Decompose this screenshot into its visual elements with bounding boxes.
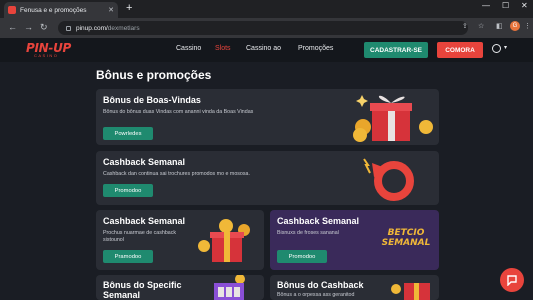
back-button[interactable]: ← xyxy=(8,22,17,32)
maximize-button[interactable]: ☐ xyxy=(502,1,509,10)
reload-button[interactable]: ↻ xyxy=(40,22,48,33)
minimize-button[interactable]: — xyxy=(482,1,490,10)
tab-title: Fenusa e e promoções xyxy=(20,6,87,14)
promo-card-cashback[interactable]: Cashback Semanal Cashback dan continua s… xyxy=(96,151,439,205)
promo-card-specific[interactable]: Bônus do Specific Semanal xyxy=(96,275,264,300)
card-button[interactable]: Promodoo xyxy=(103,184,153,197)
card-button[interactable]: Pramodoo xyxy=(103,250,153,263)
chevron-down-icon[interactable]: ▾ xyxy=(504,44,507,51)
lock-icon xyxy=(66,25,71,31)
address-bar[interactable]: pinup.com/dexmetlars xyxy=(58,21,468,35)
browser-tab[interactable]: Fenusa e e promoções ✕ xyxy=(4,2,118,18)
site-logo[interactable]: PIN-UP CASINO xyxy=(26,41,71,58)
card-button[interactable]: Promodoo xyxy=(277,250,327,263)
slot-machine-icon xyxy=(214,275,245,300)
promo-card-welcome[interactable]: Bônus de Boas-Vindas Bônus do bônus duas… xyxy=(96,89,439,145)
card-title: Cashback Semanal xyxy=(277,216,360,226)
cashback-arrow-icon xyxy=(363,158,414,201)
tab-close-icon[interactable]: ✕ xyxy=(108,6,114,14)
browser-tabbar: Fenusa e e promoções ✕ + — ☐ ✕ xyxy=(0,0,533,18)
card-button[interactable]: Powrledes xyxy=(103,127,153,140)
gift-icon xyxy=(391,283,430,300)
card-title: Cashback Semanal xyxy=(103,216,186,226)
chat-bubble-icon xyxy=(507,275,517,286)
login-button[interactable]: COMORA xyxy=(437,42,483,58)
site-header: PIN-UP CASINO Cassino Slots Cassino ao P… xyxy=(0,38,533,62)
card-title: Bônus do Specific Semanal xyxy=(103,280,182,300)
card-desc: Bisnuxs de froses sananal xyxy=(277,230,339,236)
nav-cassino-ao[interactable]: Cassino ao xyxy=(246,45,281,52)
card-title: Cashback Semanal xyxy=(103,157,186,167)
card-desc: Cashback dan continua sai trochures prom… xyxy=(103,171,250,177)
nav-promocoes[interactable]: Promoções xyxy=(298,45,333,52)
gift-coins-icon xyxy=(198,219,250,262)
browser-toolbar: ← → ↻ pinup.com/dexmetlars ⇪ ☆ ◧ ⋮ xyxy=(0,18,533,38)
forward-button[interactable]: → xyxy=(24,22,33,32)
sidebar-icon[interactable]: ◧ xyxy=(496,22,503,30)
card-desc: Bônus do bônus duas Vindas com ananni vi… xyxy=(103,109,254,115)
chat-button[interactable] xyxy=(500,268,524,292)
gift-box-icon xyxy=(353,95,433,142)
url-text: pinup.com/dexmetlars xyxy=(76,24,140,32)
close-window-button[interactable]: ✕ xyxy=(521,1,528,10)
nav-slots[interactable]: Slots xyxy=(215,45,231,52)
card-desc: Bônus a o orpessa ass geranitod xyxy=(277,292,355,298)
star-icon[interactable]: ☆ xyxy=(478,22,484,30)
card-title: Bônus de Boas-Vindas xyxy=(103,95,201,105)
promo-card-cashback-bonus[interactable]: Bônus do Cashback Bônus a o orpessa ass … xyxy=(270,275,439,300)
card-desc: Prochus nuarmae de cashback sistounol xyxy=(103,230,177,243)
profile-avatar[interactable]: G xyxy=(510,21,520,31)
promo-card-cashback-3[interactable]: Cashback Semanal Bisnuxs de froses sanan… xyxy=(270,210,439,270)
favicon-icon xyxy=(8,6,16,14)
menu-icon[interactable]: ⋮ xyxy=(524,22,531,30)
user-icon[interactable] xyxy=(492,44,501,53)
page-title: Bônus e promoções xyxy=(96,68,212,82)
register-button[interactable]: CADASTRAR-SE xyxy=(364,42,428,58)
nav-cassino[interactable]: Cassino xyxy=(176,45,201,52)
card-title: Bônus do Cashback xyxy=(277,280,364,290)
bonus-banner: BETCIO SEMANAL xyxy=(381,228,431,248)
share-icon[interactable]: ⇪ xyxy=(462,22,468,30)
promo-card-cashback-2[interactable]: Cashback Semanal Prochus nuarmae de cash… xyxy=(96,210,264,270)
new-tab-button[interactable]: + xyxy=(126,2,132,14)
